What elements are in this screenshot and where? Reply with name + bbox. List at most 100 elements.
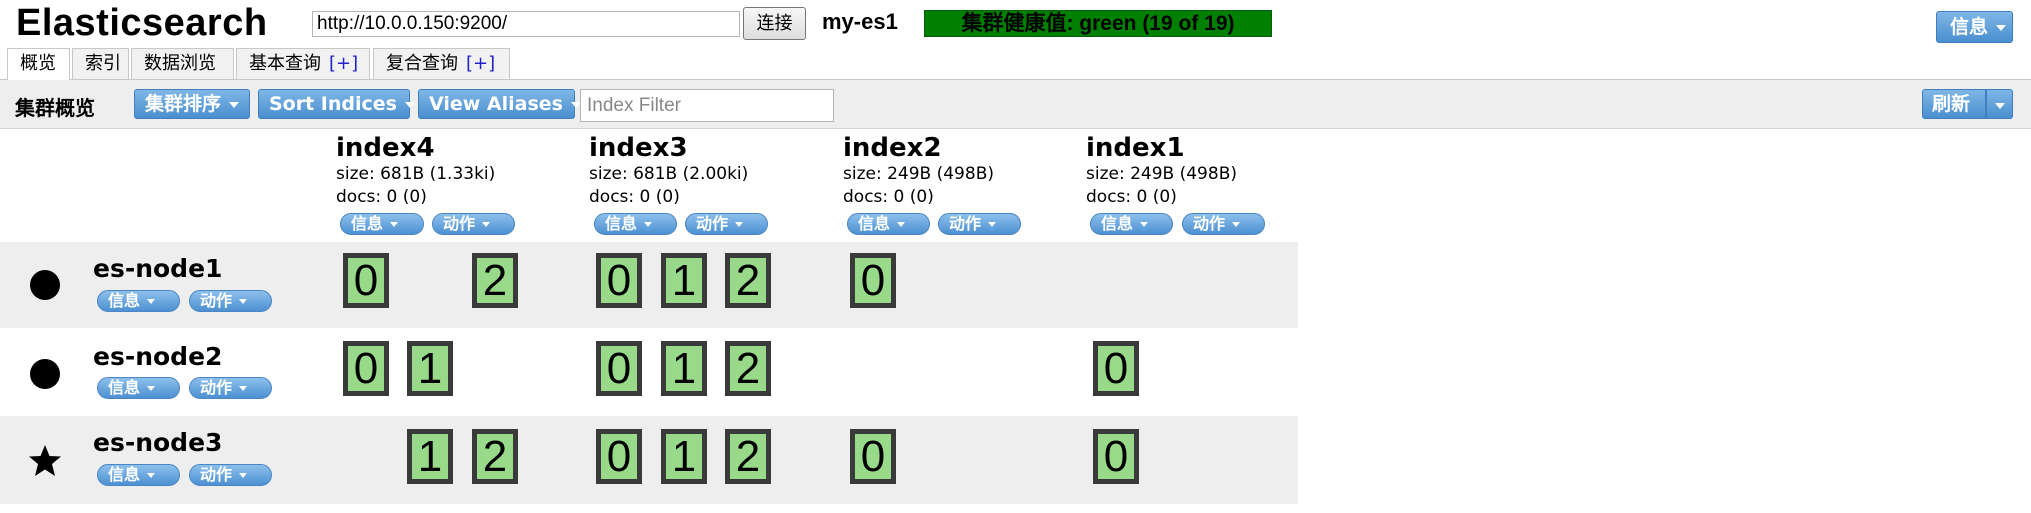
sort-cluster-button[interactable]: 集群排序: [134, 89, 250, 119]
shard-box[interactable]: 2: [472, 253, 518, 308]
refresh-menu-button[interactable]: [1986, 89, 2013, 119]
index-action-button[interactable]: 动作: [938, 213, 1021, 235]
node-info-button[interactable]: 信息: [97, 464, 180, 486]
index-info-button[interactable]: 信息: [594, 213, 677, 235]
overview-toolbar: 集群概览 集群排序 Sort Indices View Aliases 刷新: [0, 80, 2031, 129]
index-name: index3: [589, 133, 688, 163]
shard-box[interactable]: 0: [596, 253, 642, 308]
chevron-down-icon: [644, 222, 653, 227]
node-action-button[interactable]: 动作: [189, 464, 272, 486]
shard-box[interactable]: 0: [850, 429, 896, 484]
chevron-down-icon: [147, 473, 156, 478]
app-header: Elasticsearch 连接 my-es1 集群健康值: green (19…: [0, 0, 2031, 48]
app-title: Elasticsearch: [16, 2, 268, 44]
chevron-down-icon: [390, 222, 399, 227]
refresh-button[interactable]: 刷新: [1922, 89, 1986, 119]
view-aliases-button[interactable]: View Aliases: [418, 89, 581, 119]
shard-box[interactable]: 0: [1093, 429, 1139, 484]
tab-basic-query[interactable]: 基本查询 [+]: [236, 48, 370, 79]
shard-box[interactable]: 0: [343, 253, 389, 308]
shard-box[interactable]: 0: [596, 341, 642, 396]
chevron-down-icon: [1995, 102, 2005, 109]
chevron-down-icon: [239, 299, 248, 304]
tab-browser[interactable]: 数据浏览: [131, 48, 234, 79]
shard-box[interactable]: 2: [725, 253, 771, 308]
index-info-button[interactable]: 信息: [847, 213, 930, 235]
cluster-health-badge: 集群健康值: green (19 of 19): [924, 10, 1272, 37]
shard-box[interactable]: 1: [407, 429, 453, 484]
shard-box[interactable]: 0: [1093, 341, 1139, 396]
index-docs: docs: 0 (0): [589, 187, 680, 207]
circle-icon: [30, 270, 60, 300]
tab-add-link[interactable]: [+]: [466, 53, 495, 74]
sort-cluster-label: 集群排序: [145, 93, 222, 115]
index-name: index4: [336, 133, 435, 163]
tab-label: 概览: [20, 53, 56, 74]
chevron-down-icon: [229, 101, 240, 108]
index-action-button[interactable]: 动作: [685, 213, 768, 235]
index-info-button[interactable]: 信息: [1090, 213, 1173, 235]
button-label: 动作: [200, 291, 233, 310]
button-label: 信息: [351, 214, 384, 233]
index-size: size: 681B (1.33ki): [336, 164, 496, 184]
header-info-button[interactable]: 信息: [1936, 11, 2013, 43]
chevron-down-icon: [147, 386, 156, 391]
button-label: 信息: [1101, 214, 1134, 233]
sort-indices-label: Sort Indices: [269, 93, 397, 115]
button-label: 信息: [108, 291, 141, 310]
tab-label: 数据浏览: [144, 53, 216, 74]
shard-box[interactable]: 0: [850, 253, 896, 308]
star-icon: [29, 445, 61, 476]
sort-indices-button[interactable]: Sort Indices: [258, 89, 415, 119]
chevron-down-icon: [1140, 222, 1149, 227]
shard-box[interactable]: 1: [661, 341, 707, 396]
shard-box[interactable]: 1: [407, 341, 453, 396]
tab-label: 基本查询: [249, 53, 321, 74]
button-label: 动作: [696, 214, 729, 233]
shard-box[interactable]: 1: [661, 429, 707, 484]
index-docs: docs: 0 (0): [1086, 187, 1177, 207]
chevron-down-icon: [1996, 24, 2007, 31]
shard-box[interactable]: 0: [343, 341, 389, 396]
index-size: size: 681B (2.00ki): [589, 164, 749, 184]
node-name: es-node3: [93, 428, 223, 457]
button-label: 信息: [108, 378, 141, 397]
index-info-button[interactable]: 信息: [340, 213, 424, 235]
shard-box[interactable]: 2: [725, 341, 771, 396]
circle-icon: [30, 359, 60, 389]
button-label: 动作: [949, 214, 982, 233]
chevron-down-icon: [239, 473, 248, 478]
button-label: 信息: [858, 214, 891, 233]
shard-box[interactable]: 2: [725, 429, 771, 484]
node-action-button[interactable]: 动作: [189, 290, 272, 312]
chevron-down-icon: [147, 299, 156, 304]
index-header: index4 size: 681B (1.33ki) docs: 0 (0): [336, 133, 495, 209]
node-info-button[interactable]: 信息: [97, 290, 180, 312]
tab-add-link[interactable]: [+]: [329, 53, 358, 74]
node-info-button[interactable]: 信息: [97, 377, 180, 399]
button-label: 信息: [605, 214, 638, 233]
shard-box[interactable]: 0: [596, 429, 642, 484]
tab-compound-query[interactable]: 复合查询 [+]: [373, 48, 510, 79]
index-size: size: 249B (498B): [1086, 164, 1237, 184]
button-label: 动作: [443, 214, 476, 233]
index-docs: docs: 0 (0): [336, 187, 427, 207]
connect-button[interactable]: 连接: [743, 7, 806, 40]
index-action-button[interactable]: 动作: [432, 213, 515, 235]
node-name: es-node1: [93, 254, 223, 283]
index-size: size: 249B (498B): [843, 164, 994, 184]
header-info-label: 信息: [1950, 16, 1989, 38]
shard-box[interactable]: 1: [661, 253, 707, 308]
node-action-button[interactable]: 动作: [189, 377, 272, 399]
index-name: index2: [843, 133, 942, 163]
index-action-button[interactable]: 动作: [1182, 213, 1265, 235]
index-filter-input[interactable]: [580, 89, 834, 122]
tab-bar: 概览 索引 数据浏览 基本查询 [+] 复合查询 [+]: [0, 48, 2031, 80]
cluster-name: my-es1: [822, 9, 898, 34]
shard-box[interactable]: 2: [472, 429, 518, 484]
cluster-url-input[interactable]: [312, 11, 740, 37]
tab-overview[interactable]: 概览: [7, 48, 70, 80]
tab-indices[interactable]: 索引: [72, 48, 129, 79]
chevron-down-icon: [735, 222, 744, 227]
node-name: es-node2: [93, 342, 223, 371]
